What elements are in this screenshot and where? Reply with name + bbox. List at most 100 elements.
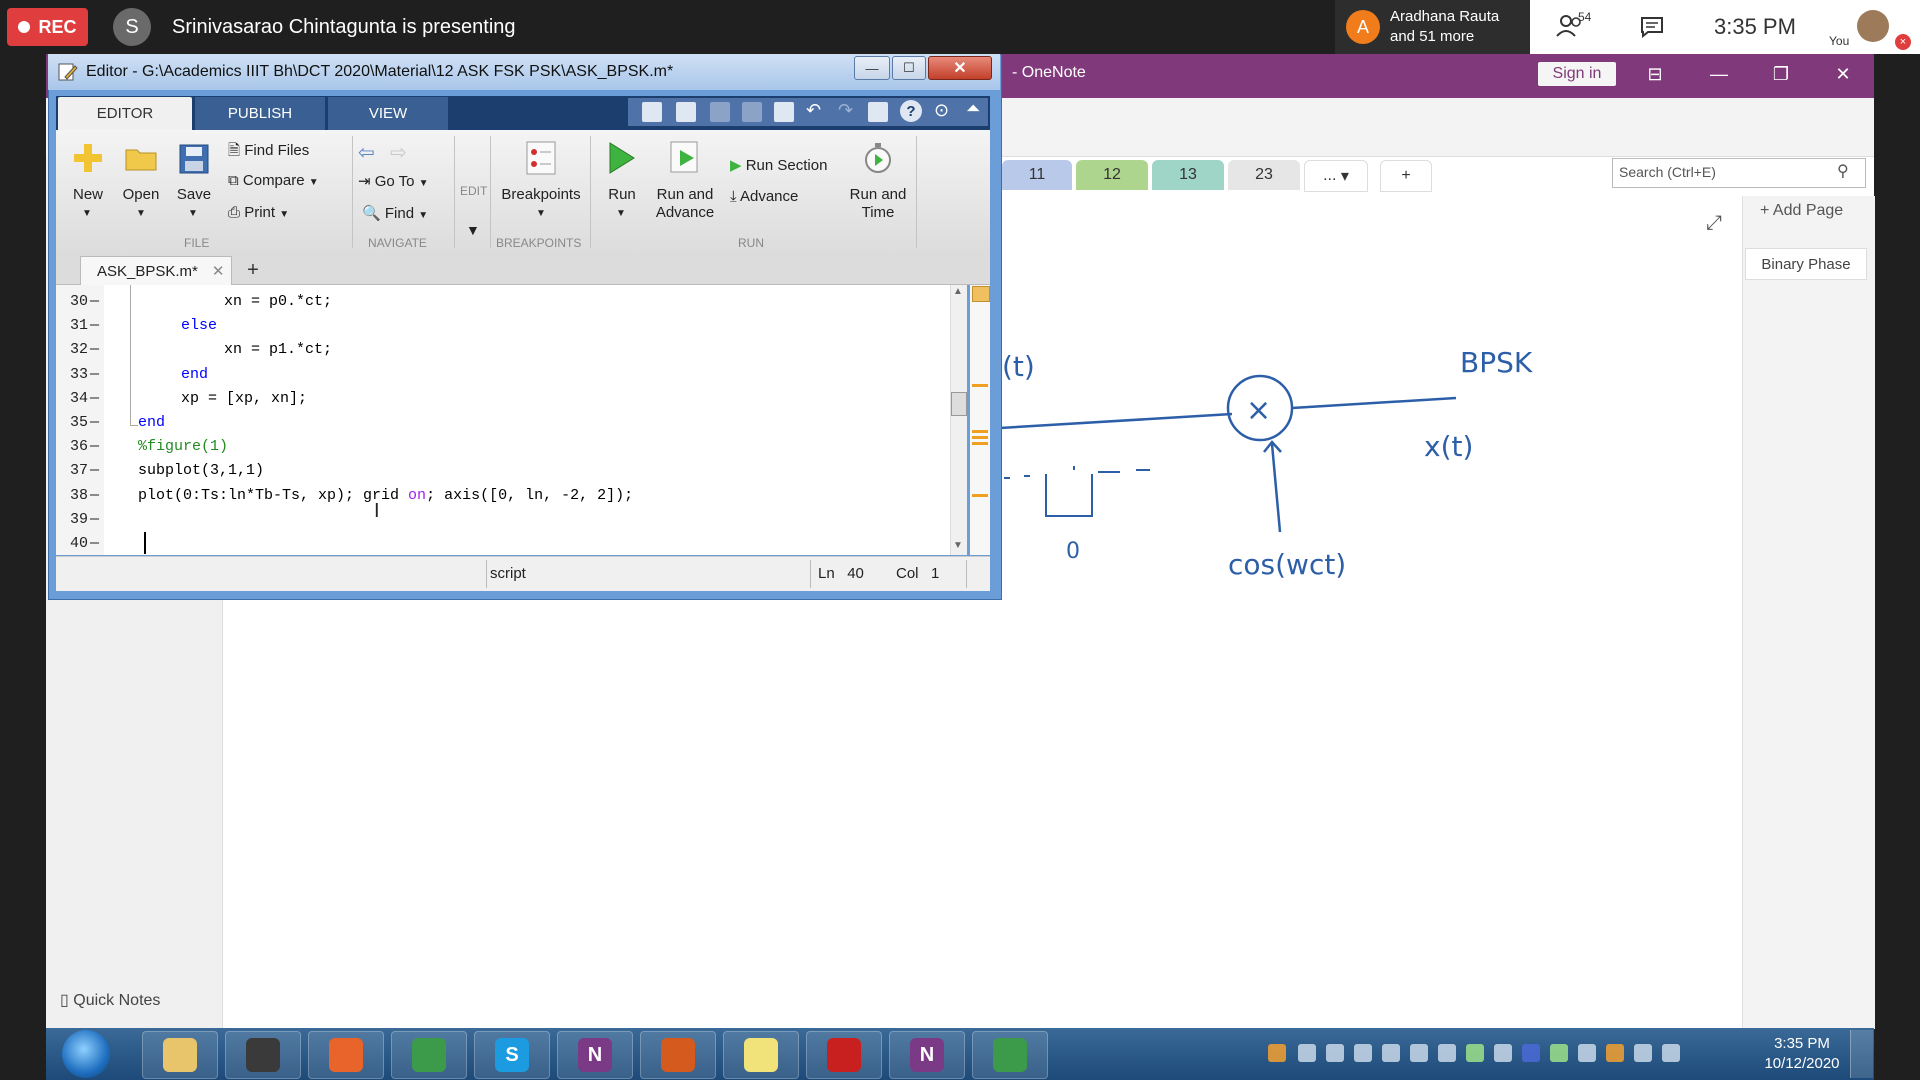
- tray-icon[interactable]: [1298, 1044, 1316, 1062]
- taskbar-app-chrome-2[interactable]: [972, 1031, 1048, 1079]
- breakpoint-marker[interactable]: —: [90, 511, 99, 528]
- recording-indicator[interactable]: REC: [7, 8, 88, 46]
- collapse-ribbon-icon[interactable]: ⏶: [966, 98, 980, 119]
- taskbar-app-sticky-notes[interactable]: [723, 1031, 799, 1079]
- code-line[interactable]: end: [138, 414, 165, 431]
- taskbar-app-onenote[interactable]: N: [557, 1031, 633, 1079]
- close-tab-icon[interactable]: ✕: [212, 262, 225, 280]
- taskbar-clock[interactable]: 3:35 PM 10/12/2020: [1762, 1034, 1842, 1074]
- add-page-button[interactable]: + Add Page: [1760, 202, 1843, 220]
- run-and-advance-button[interactable]: Run and Advance: [654, 140, 716, 230]
- tab-editor[interactable]: EDITOR: [58, 97, 192, 130]
- open-button[interactable]: Open ▼: [118, 140, 164, 219]
- tray-icon[interactable]: [1354, 1044, 1372, 1062]
- redo-icon[interactable]: ↷: [838, 100, 853, 121]
- warning-marker[interactable]: [972, 442, 988, 445]
- breakpoint-marker[interactable]: —: [90, 535, 99, 552]
- section-tab[interactable]: 11: [1002, 160, 1072, 190]
- undo-icon[interactable]: ↶: [806, 100, 821, 121]
- editor-close-icon[interactable]: ✕: [928, 56, 992, 80]
- code-line[interactable]: end: [181, 366, 208, 383]
- taskbar-app-acrobat[interactable]: [806, 1031, 882, 1079]
- breakpoint-marker[interactable]: —: [90, 293, 99, 310]
- warning-marker[interactable]: [972, 430, 988, 433]
- taskbar-app-firefox[interactable]: [308, 1031, 384, 1079]
- run-section-button[interactable]: ▶ Run Section: [730, 156, 850, 178]
- flag-icon[interactable]: [1578, 1044, 1596, 1062]
- taskbar-app-skype[interactable]: S: [474, 1031, 550, 1079]
- scroll-down-icon[interactable]: ▼: [953, 540, 963, 551]
- breakpoints-button[interactable]: Breakpoints ▼: [498, 140, 584, 230]
- qa-save-icon[interactable]: [676, 102, 696, 122]
- restore-icon[interactable]: ❐: [1766, 62, 1796, 86]
- section-tab[interactable]: 12: [1076, 160, 1148, 190]
- editor-minimize-icon[interactable]: —: [854, 56, 890, 80]
- sign-in-button[interactable]: Sign in: [1538, 62, 1616, 86]
- section-tab-active[interactable]: 23: [1228, 160, 1300, 190]
- code-line[interactable]: xn = p0.*ct;: [224, 293, 332, 310]
- more-sections-tab[interactable]: ... ▾: [1304, 160, 1368, 192]
- warning-indicator-icon[interactable]: [972, 286, 990, 302]
- add-section-tab[interactable]: +: [1380, 160, 1432, 192]
- new-tab-button[interactable]: +: [236, 256, 270, 284]
- breakpoint-marker[interactable]: —: [90, 317, 99, 334]
- expand-icon[interactable]: ⤢: [1706, 212, 1722, 235]
- print-button[interactable]: ⎙ Print ▼: [228, 204, 348, 226]
- section-tab[interactable]: 13: [1152, 160, 1224, 190]
- breakpoint-marker[interactable]: —: [90, 438, 99, 455]
- scroll-up-icon[interactable]: ▲: [953, 286, 963, 297]
- run-and-time-button[interactable]: Run and Time: [846, 140, 910, 230]
- save-button[interactable]: Save ▼: [172, 140, 216, 219]
- breakpoint-marker[interactable]: —: [90, 414, 99, 431]
- document-tab[interactable]: ASK_BPSK.m* ✕: [80, 256, 232, 285]
- qa-window-icon[interactable]: [868, 102, 888, 122]
- minimize-icon[interactable]: —: [1704, 62, 1734, 86]
- tray-icon[interactable]: [1662, 1044, 1680, 1062]
- find-button[interactable]: 🔍 Find ▼: [362, 204, 452, 226]
- search-input[interactable]: Search (Ctrl+E) ⚲: [1612, 158, 1866, 188]
- tray-icon[interactable]: [1494, 1044, 1512, 1062]
- tray-icon[interactable]: [1606, 1044, 1624, 1062]
- code-line[interactable]: xn = p1.*ct;: [224, 341, 332, 358]
- quick-notes-button[interactable]: ▯ Quick Notes: [60, 990, 160, 1010]
- tab-publish[interactable]: PUBLISH: [195, 97, 325, 130]
- qa-new-icon[interactable]: [642, 102, 662, 122]
- find-files-button[interactable]: 🗎 Find Files: [228, 140, 348, 162]
- breakpoint-marker[interactable]: —: [90, 366, 99, 383]
- start-button[interactable]: [62, 1030, 110, 1078]
- taskbar-app-explorer[interactable]: [142, 1031, 218, 1079]
- help-icon[interactable]: ?: [900, 100, 922, 122]
- tray-icon[interactable]: [1550, 1044, 1568, 1062]
- taskbar-app-chrome[interactable]: [391, 1031, 467, 1079]
- forward-arrow-icon[interactable]: ⇨: [390, 140, 407, 165]
- breakpoint-marker[interactable]: —: [90, 341, 99, 358]
- back-arrow-icon[interactable]: ⇦: [358, 140, 375, 165]
- show-desktop-button[interactable]: [1850, 1030, 1873, 1078]
- code-line[interactable]: %figure(1): [138, 438, 228, 455]
- code-line[interactable]: subplot(3,1,1): [138, 462, 264, 479]
- breakpoint-marker[interactable]: —: [90, 487, 99, 504]
- self-avatar[interactable]: [1857, 10, 1889, 42]
- qa-cut-icon[interactable]: [710, 102, 730, 122]
- warning-marker[interactable]: [972, 436, 988, 439]
- chat-icon[interactable]: [1640, 16, 1664, 38]
- tray-icon[interactable]: [1634, 1044, 1652, 1062]
- editor-maximize-icon[interactable]: ☐: [892, 56, 926, 80]
- edit-expand-icon[interactable]: ▼: [466, 222, 480, 238]
- scrollbar-thumb[interactable]: [951, 392, 967, 416]
- compare-button[interactable]: ⧉ Compare ▼: [228, 172, 348, 194]
- warning-marker[interactable]: [972, 384, 988, 387]
- vertical-scrollbar[interactable]: [950, 285, 967, 555]
- bluetooth-icon[interactable]: [1522, 1044, 1540, 1062]
- volume-icon[interactable]: [1382, 1044, 1400, 1062]
- new-button[interactable]: New ▼: [66, 140, 110, 219]
- network-icon[interactable]: [1410, 1044, 1428, 1062]
- code-line[interactable]: plot(0:Ts:ln*Tb-Ts, xp); grid on; axis([…: [138, 487, 633, 504]
- tray-icon[interactable]: [1268, 1044, 1286, 1062]
- tray-icon[interactable]: [1326, 1044, 1344, 1062]
- advance-button[interactable]: ⤓ Advance: [730, 188, 850, 210]
- taskbar-app-onenote-2[interactable]: N: [889, 1031, 965, 1079]
- code-line[interactable]: else: [181, 317, 217, 334]
- tray-icon[interactable]: [1438, 1044, 1456, 1062]
- breakpoint-marker[interactable]: —: [90, 462, 99, 479]
